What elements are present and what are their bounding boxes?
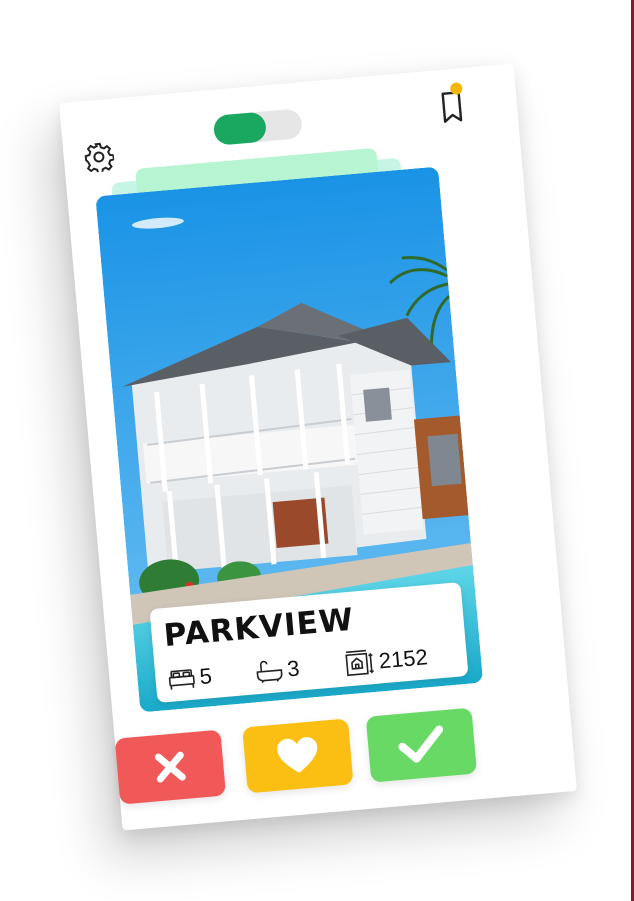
bed-icon [168,669,195,690]
gear-icon [84,142,115,175]
screenshot-stage: PARKVIEW 5 3 2152 [0,0,634,901]
mode-toggle[interactable] [212,108,304,146]
bedrooms-value: 5 [198,663,213,690]
settings-button[interactable] [83,141,116,175]
area-value: 2152 [377,644,429,674]
floor-area-icon [345,649,374,677]
toggle-knob [212,111,268,146]
listing-title: PARKVIEW [162,601,356,655]
reject-button[interactable] [114,729,227,805]
check-icon [398,725,444,763]
close-icon [154,751,186,783]
accept-button[interactable] [365,707,478,783]
phone-screen: PARKVIEW 5 3 2152 [59,63,577,831]
bathrooms-value: 3 [286,655,301,682]
bathtub-icon [256,660,283,684]
bedrooms-stat: 5 [167,662,214,694]
area-stat: 2152 [344,643,429,678]
heart-icon [277,737,318,773]
bookmark-button[interactable] [435,82,468,126]
favorite-button[interactable] [242,718,354,794]
bathrooms-stat: 3 [254,655,301,687]
